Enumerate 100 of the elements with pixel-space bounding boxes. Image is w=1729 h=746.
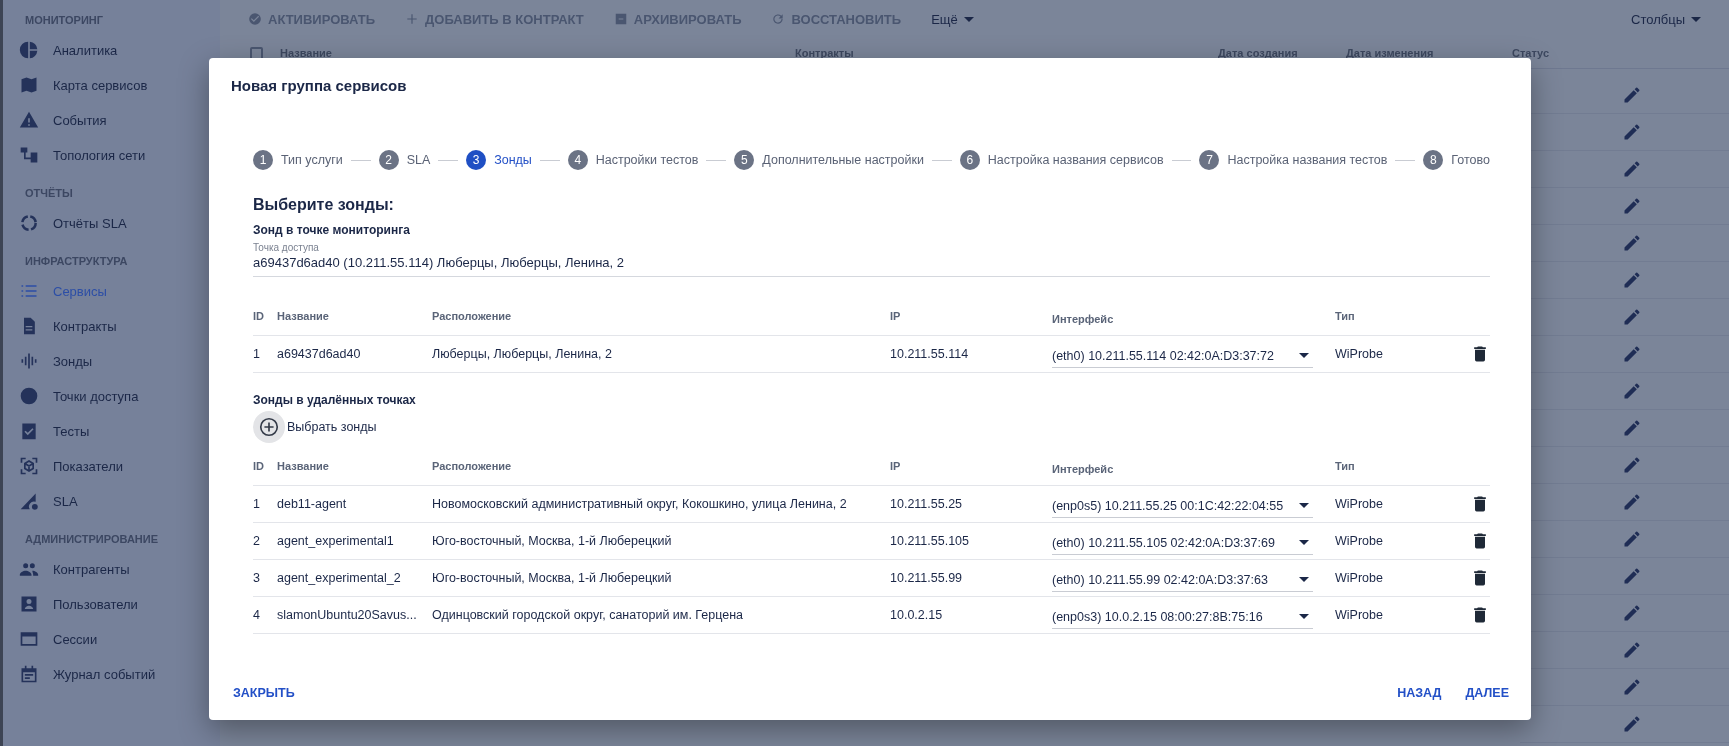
column-header: Название bbox=[277, 310, 330, 322]
stepper-step[interactable]: 2 SLA bbox=[378, 150, 431, 170]
close-button[interactable]: ЗАКРЫТЬ bbox=[233, 682, 295, 704]
ring-icon bbox=[19, 213, 39, 233]
pencil-icon bbox=[1622, 233, 1642, 253]
table-cell-text: deb11-agent bbox=[277, 497, 348, 511]
subsection-title: Зонды в удалённых точках bbox=[253, 393, 417, 407]
interface-select[interactable]: (eth0) 10.211.55.99 02:42:0A:D3:37:63 bbox=[1052, 564, 1313, 592]
table-cell-text: Новомосковский административный округ, Кокошкино, улица Ленина, 2 bbox=[432, 497, 848, 511]
caret-icon bbox=[963, 16, 974, 22]
triangle-gear-icon bbox=[19, 491, 39, 511]
column-header: Интерфейс bbox=[1052, 312, 1115, 325]
interface-select[interactable]: (eth0) 10.211.55.114 02:42:0A:D3:37:72 bbox=[1052, 340, 1313, 368]
interface-select[interactable]: (enp0s3) 10.0.2.15 08:00:27:8B:75:16 bbox=[1052, 601, 1313, 629]
sidebar-item[interactable]: Аналитика bbox=[3, 32, 220, 68]
stepper-step[interactable]: 4 Настройки тестов bbox=[567, 150, 699, 170]
section-heading: МОНИТОРИНГ bbox=[24, 13, 104, 28]
next-button[interactable]: ДАЛЕЕ bbox=[1465, 682, 1509, 704]
table-cell-text: 2 bbox=[253, 534, 261, 548]
column-header: Контракты bbox=[795, 47, 855, 59]
columns-button[interactable]: Столбцы bbox=[1631, 11, 1701, 27]
pencil-icon bbox=[1622, 455, 1642, 475]
table-cell-text: 10.211.55.114 bbox=[890, 347, 970, 361]
interface-select[interactable]: (enp0s5) 10.211.55.25 00:1C:42:22:04:55 bbox=[1052, 490, 1313, 518]
sidebar-item[interactable]: Сервисы bbox=[3, 273, 220, 309]
stepper-step[interactable]: 5 Дополнительные настройки bbox=[734, 150, 924, 170]
pencil-icon bbox=[1622, 344, 1642, 364]
stepper-step[interactable]: 1 Тип услуги bbox=[253, 150, 343, 170]
sidebar-item[interactable]: Карта сервисов bbox=[3, 67, 220, 103]
map-icon bbox=[19, 75, 39, 95]
table-cell-text: Юго-восточный, Москва, 1-й Люберецкий bbox=[432, 534, 673, 548]
sidebar-item[interactable]: Журнал событий bbox=[3, 656, 220, 692]
sidebar-item[interactable]: Топология сети bbox=[3, 137, 220, 173]
sidebar-item[interactable]: Контракты bbox=[3, 308, 220, 344]
person-card-icon bbox=[19, 594, 39, 614]
pencil-icon bbox=[1622, 492, 1642, 512]
pencil-icon bbox=[1622, 566, 1642, 586]
section-heading: ИНФРАСТРУКТУРА bbox=[24, 254, 129, 269]
column-header: Дата создания bbox=[1218, 47, 1299, 59]
archive-icon bbox=[613, 12, 628, 26]
pencil-icon bbox=[1622, 381, 1642, 401]
pencil-icon bbox=[1622, 85, 1642, 105]
table-cell-text: 3 bbox=[253, 571, 261, 585]
pencil-icon bbox=[1622, 603, 1642, 623]
table-cell-text: WiProbe bbox=[1335, 497, 1384, 511]
table-cell-text: 4 bbox=[253, 608, 261, 622]
table-cell-text: Юго-восточный, Москва, 1-й Люберецкий bbox=[432, 571, 673, 585]
caret-icon bbox=[1299, 614, 1309, 619]
column-header: Расположение bbox=[432, 460, 513, 472]
caret-icon bbox=[1299, 353, 1309, 358]
sidebar-item[interactable]: Точки доступа bbox=[3, 378, 220, 414]
column-header: Тип bbox=[1335, 460, 1356, 472]
table-cell-text: WiProbe bbox=[1335, 534, 1384, 548]
sidebar-item[interactable]: Зонды bbox=[3, 343, 220, 379]
stepper-step[interactable]: 3 Зонды bbox=[466, 150, 532, 170]
table-cell-text: agent_experimental_2 bbox=[277, 571, 402, 585]
table-cell-text: WiProbe bbox=[1335, 571, 1384, 585]
sidebar-item[interactable]: Показатели bbox=[3, 448, 220, 484]
stepper-step[interactable]: 6 Настройка названия сервисов bbox=[959, 150, 1164, 170]
dialog-title: Новая группа сервисов bbox=[230, 76, 408, 96]
column-header: ID bbox=[253, 460, 265, 472]
circle-icon bbox=[19, 386, 39, 406]
sidebar-item[interactable]: Тесты bbox=[3, 413, 220, 449]
pencil-icon bbox=[1622, 418, 1642, 438]
stepper-step[interactable]: 8 Готово bbox=[1423, 150, 1490, 170]
plus-icon bbox=[405, 12, 420, 26]
sidebar-item[interactable]: События bbox=[3, 102, 220, 138]
back-button[interactable]: НАЗАД bbox=[1397, 682, 1442, 704]
interface-select[interactable]: (eth0) 10.211.55.105 02:42:0A:D3:37:69 bbox=[1052, 527, 1313, 555]
table-cell-text: 10.211.55.105 bbox=[890, 534, 970, 548]
waveform-icon bbox=[19, 351, 39, 371]
table-cell-text: 1 bbox=[253, 347, 261, 361]
column-header: IP bbox=[890, 460, 902, 472]
column-header: Название bbox=[277, 460, 330, 472]
column-header: Расположение bbox=[432, 310, 513, 322]
select-probes-button[interactable]: Выбрать зонды bbox=[253, 411, 377, 443]
pencil-icon bbox=[1622, 196, 1642, 216]
access-point-field[interactable]: Точка доступа a69437d6ad40 (10.211.55.114) Люберцы, Люберцы, Ленина, 2 bbox=[253, 239, 1490, 277]
column-header: ID bbox=[253, 310, 265, 322]
column-header: Тип bbox=[1335, 310, 1356, 322]
column-header: IP bbox=[890, 310, 902, 322]
refresh-icon bbox=[771, 12, 786, 26]
sidebar-item[interactable]: SLA bbox=[3, 483, 220, 519]
sidebar-item[interactable]: Сессии bbox=[3, 621, 220, 657]
table-cell-text: 1 bbox=[253, 497, 261, 511]
stepper-step[interactable]: 7 Настройка названия тестов bbox=[1199, 150, 1388, 170]
table-cell-text: 10.211.55.25 bbox=[890, 497, 964, 511]
pencil-icon bbox=[1622, 677, 1642, 697]
toolbar-button[interactable]: Ещё bbox=[931, 11, 974, 27]
sidebar-item[interactable]: Контрагенты bbox=[3, 551, 220, 587]
caret-icon bbox=[1299, 540, 1309, 545]
sidebar-item[interactable]: Отчёты SLA bbox=[3, 205, 220, 241]
subsection-title: Зонд в точке мониторинга bbox=[253, 223, 411, 237]
pencil-icon bbox=[1622, 270, 1642, 290]
table-cell-text: slamonUbuntu20Savus... bbox=[277, 608, 418, 622]
column-header: Название bbox=[280, 47, 333, 59]
section-heading: АДМИНИСТРИРОВАНИЕ bbox=[24, 532, 159, 547]
column-header: Интерфейс bbox=[1052, 462, 1115, 475]
caret-icon bbox=[1299, 503, 1309, 508]
sidebar-item[interactable]: Пользователи bbox=[3, 586, 220, 622]
